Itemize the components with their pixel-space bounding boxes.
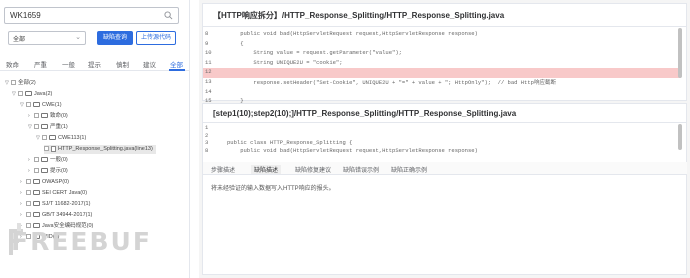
line-number: 3 (205, 139, 209, 146)
panel-title: 【HTTP响应拆分】/HTTP_Response_Splitting/HTTP_… (213, 11, 505, 20)
code-line: public class HTTP_Response_Splitting { (227, 139, 353, 146)
line-number: 12 (205, 68, 212, 76)
line-number: 8 (205, 146, 209, 154)
tree-node-fatal[interactable]: › 致命(0) (28, 112, 68, 121)
tab-all[interactable]: 全部 (170, 59, 183, 69)
tab-bad-example[interactable]: 缺陷错误示例 (343, 165, 379, 174)
folder-icon (49, 135, 56, 141)
chevron-down-icon: ⌄ (75, 34, 81, 41)
line-number: 8 (205, 30, 209, 37)
tree-node-all[interactable]: ▽ 全部(2) (5, 79, 36, 88)
tree-node-sjt[interactable]: › SJ/T 11682-2017(1) (20, 200, 90, 209)
folder-icon (41, 124, 48, 130)
code-line: public void bad(HttpServletRequest reque… (227, 146, 478, 154)
upload-source-button[interactable]: 上传源代码 (136, 31, 176, 45)
scope-select-value: 全部 (13, 37, 26, 43)
line-number: 1 (205, 124, 209, 131)
defect-code-panel: 【HTTP响应拆分】/HTTP_Response_Splitting/HTTP_… (202, 3, 687, 114)
folder-icon (41, 113, 48, 119)
severity-tabs: 致命 严重 一般 提示 慎制 建议 全部 (0, 56, 190, 71)
line-number: 10 (205, 49, 212, 57)
tree-node-file[interactable]: HTTP_Response_Splitting.java(line13) (44, 145, 156, 154)
line-number: 14 (205, 87, 212, 95)
tab-hint[interactable]: 提示 (88, 59, 101, 69)
search-icon[interactable] (164, 11, 173, 20)
tree-node-serious[interactable]: ▽ 严重(1) (28, 123, 68, 132)
folder-icon (33, 190, 40, 196)
tree-node-java[interactable]: ▽ Java(2) (12, 90, 52, 99)
code-line: String value = request.getParameter("val… (227, 49, 402, 57)
folder-icon (25, 91, 32, 97)
tree-node-hint[interactable]: › 提示(0) (28, 167, 68, 176)
scrollbar[interactable] (678, 124, 682, 150)
file-icon (51, 145, 56, 152)
tab-control[interactable]: 慎制 (116, 59, 129, 69)
tab-fix-suggestion[interactable]: 缺陷修复建议 (295, 165, 331, 174)
code-line: public void bad(HttpServletRequest reque… (227, 30, 478, 37)
tree-node-gbt[interactable]: › GB/T 34944-2017(1) (20, 211, 92, 220)
folder-icon (33, 212, 40, 218)
tab-defect-desc[interactable]: 缺陷描述 (251, 165, 282, 174)
code-line: { (227, 39, 244, 47)
folder-icon (33, 102, 40, 108)
line-number: 9 (205, 39, 209, 47)
folder-icon (33, 201, 40, 207)
defect-description-text: 将未经验证的输入数据写入HTTP响应的报头。 (211, 186, 335, 192)
watermark: FREEBUF (11, 227, 152, 256)
tab-good-example[interactable]: 缺陷正确示例 (391, 165, 427, 174)
folder-icon (41, 157, 48, 163)
scrollbar[interactable] (678, 28, 682, 78)
active-tab-indicator (169, 69, 185, 71)
tab-step-desc[interactable]: 步骤描述 (211, 165, 235, 174)
highlighted-line (203, 68, 681, 78)
folder-icon (33, 179, 40, 185)
line-number: 11 (205, 58, 212, 66)
tab-general[interactable]: 一般 (62, 59, 75, 69)
folder-icon (41, 168, 48, 174)
code-line: String UNIQUE2U = "cookie"; (227, 58, 343, 66)
code-line: response.setHeader("Set-Cookie", UNIQUE2… (227, 79, 556, 86)
tab-serious[interactable]: 严重 (34, 59, 47, 69)
search-input[interactable]: WK1659 (4, 7, 179, 24)
tree-node-sei-cert[interactable]: › SEI CERT Java(0) (20, 189, 87, 198)
trace-code-panel: [step1(10);step2(10);]/HTTP_Response_Spl… (202, 103, 687, 275)
code-view-area: 【HTTP响应拆分】/HTTP_Response_Splitting/HTTP_… (199, 0, 690, 278)
tree-node-cwe113[interactable]: ▽ CWE113(1) (36, 134, 86, 143)
scope-select[interactable]: 全部 ⌄ (8, 31, 86, 45)
defect-query-button[interactable]: 缺陷查询 (97, 31, 133, 45)
line-number: 13 (205, 78, 212, 85)
tree-node-owasp[interactable]: › OWASP(0) (20, 178, 69, 187)
tab-suggest[interactable]: 建议 (143, 59, 156, 69)
defect-navigator-panel: WK1659 全部 ⌄ 缺陷查询 上传源代码 致命 严重 一般 提示 慎制 建议… (0, 0, 190, 278)
tree-node-general[interactable]: › 一般(0) (28, 156, 68, 165)
line-number: 2 (205, 131, 209, 139)
tab-fatal[interactable]: 致命 (6, 59, 19, 69)
detail-tabs: 步骤描述 缺陷描述 缺陷修复建议 缺陷错误示例 缺陷正确示例 (203, 162, 687, 175)
tree-node-cwe[interactable]: ▽ CWE(1) (20, 101, 62, 110)
panel-title-trace: [step1(10);step2(10);]/HTTP_Response_Spl… (213, 109, 517, 118)
